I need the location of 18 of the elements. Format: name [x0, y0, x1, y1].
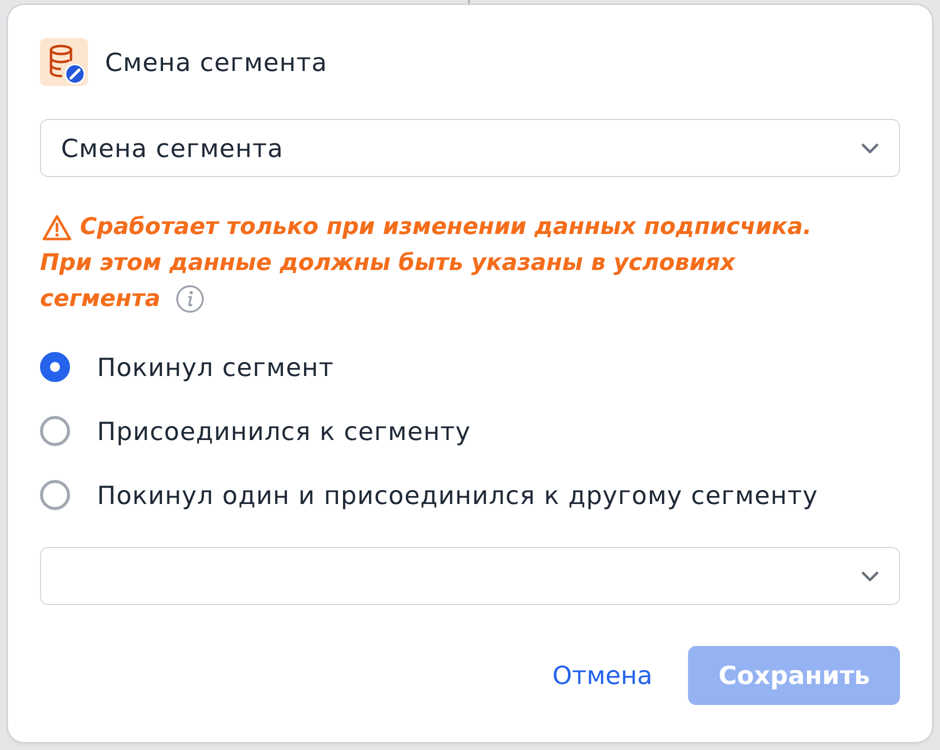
radio-button[interactable]	[40, 416, 70, 446]
warning-icon	[42, 214, 72, 240]
option-label[interactable]: Покинул один и присоединился к другому сегменту	[97, 480, 818, 510]
info-icon[interactable]	[176, 285, 204, 313]
radio-button[interactable]	[40, 480, 70, 510]
option-label[interactable]: Присоединился к сегменту	[97, 416, 471, 446]
database-edit-icon	[40, 38, 88, 86]
warning-message: Сработает только при изменении данных подписчика.	[80, 213, 812, 242]
dialog-title: Смена сегмента	[105, 48, 328, 76]
cancel-link[interactable]: Отмена	[552, 657, 652, 694]
radio-button[interactable]	[40, 352, 70, 382]
chevron-down-icon	[861, 570, 879, 582]
option-label[interactable]: Покинул сегмент	[97, 352, 334, 382]
chevron-down-icon	[861, 142, 879, 154]
event-select[interactable]: Смена сегмента	[40, 119, 900, 177]
warning-message: сегмента	[40, 285, 160, 314]
warning-message: При этом данные должны быть указаны в условиях	[40, 249, 736, 278]
segment-select[interactable]	[40, 547, 900, 605]
